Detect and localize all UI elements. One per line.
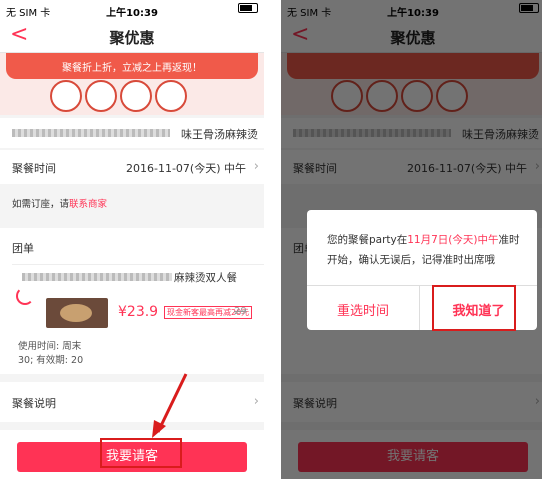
booking-hint-row: 如需订座，请联系商家 — [0, 186, 264, 220]
arrow-annotation-icon — [152, 373, 188, 438]
loading-spinner-icon — [16, 287, 34, 305]
restaurant-row[interactable]: 味王骨汤麻辣烫 — [0, 118, 264, 148]
page-title: 聚优惠 — [109, 29, 155, 47]
deal-thumbnail — [46, 298, 108, 328]
chevron-right-icon: › — [253, 159, 259, 174]
restaurant-name: 味王骨汤麻辣烫 — [181, 128, 258, 141]
dining-time-value: 2016-11-07(今天) 中午 — [125, 162, 246, 175]
promo-banner: 聚餐折上折，立减之上再返现！ — [0, 53, 264, 115]
highlight-box — [432, 285, 516, 331]
validity: 30; 有效期: 20 — [18, 355, 84, 366]
booking-hint-text: 如需订座，请 — [12, 199, 70, 210]
group-deal-section: 团单 麻辣烫双人餐 使用时间: 周末 30; 有效期: 20 — [0, 228, 264, 374]
clock: 上午10:39 — [106, 8, 158, 19]
group-label: 团单 — [12, 242, 34, 255]
dialog-message: 您的聚餐party在11月7日(今天)中午准时开始，确认无误后，记得准时出席哦 — [327, 234, 520, 266]
description-label: 聚餐说明 — [12, 397, 56, 410]
blurred-text — [22, 273, 172, 281]
divider — [264, 0, 281, 479]
contact-merchant-link[interactable]: 联系商家 — [69, 199, 107, 210]
nav-bar: < 聚优惠 — [0, 20, 264, 53]
reselect-time-button[interactable]: 重选时间 — [307, 300, 419, 319]
dining-time-label: 聚餐时间 — [12, 162, 56, 175]
description-row[interactable]: 聚餐说明 › — [0, 382, 264, 422]
status-bar: 无 SIM 卡 上午10:39 — [0, 0, 264, 20]
banner-text: 聚餐折上折，立减之上再返现！ — [62, 63, 202, 74]
battery-icon — [238, 3, 258, 14]
deal-name: 麻辣烫双人餐 — [174, 272, 237, 284]
chevron-right-icon: › — [253, 394, 259, 409]
blurred-text — [12, 129, 170, 137]
deal-price: ¥23.9 — [118, 304, 159, 320]
dining-time-row[interactable]: 聚餐时间 2016-11-07(今天) 中午 › — [0, 150, 264, 184]
highlight-box — [100, 438, 182, 468]
original-price: 29 — [234, 306, 247, 317]
dialog-date: 11月7日(今天)中午 — [407, 234, 499, 246]
usage-time: 使用时间: 周末 — [18, 341, 82, 352]
banner-characters-illustration — [50, 80, 220, 112]
phone-screen-before: 无 SIM 卡 上午10:39 < 聚优惠 聚餐折上折，立减之上再返现！ 味王骨… — [0, 0, 264, 479]
